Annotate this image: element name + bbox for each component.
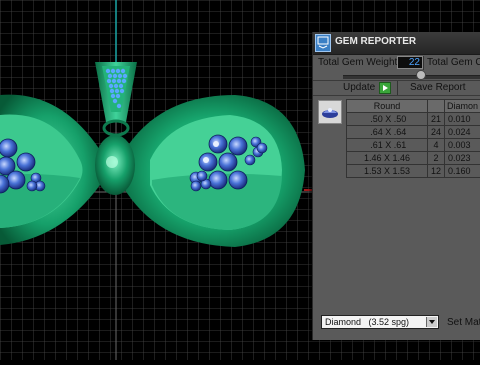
- center-knot: [95, 135, 135, 195]
- gem-report-table: Round Diamon .50 X .50 21 0.010 .64 X .6…: [346, 99, 480, 178]
- total-gem-weight-label: Total Gem Weight: [318, 57, 397, 68]
- cell-count: 21: [427, 113, 444, 126]
- gem-thumbnail-icon[interactable]: [318, 100, 342, 124]
- cell-count: 4: [427, 139, 444, 152]
- cell-size: 1.53 X 1.53: [347, 165, 428, 178]
- divider: [397, 81, 398, 95]
- cell-count: 2: [427, 152, 444, 165]
- divider: [423, 56, 424, 70]
- column-header-diamond: Diamon: [444, 100, 480, 113]
- table-row[interactable]: 1.46 X 1.46 2 0.023: [347, 152, 480, 165]
- dropdown-arrow-icon[interactable]: [426, 317, 437, 327]
- column-header-round: Round: [347, 100, 428, 113]
- table-row[interactable]: .61 X .61 4 0.003: [347, 139, 480, 152]
- table-row[interactable]: 1.53 X 1.53 12 0.160: [347, 165, 480, 178]
- cell-size: .50 X .50: [347, 113, 428, 126]
- panel-header[interactable]: GEM REPORTER: [313, 32, 480, 55]
- cell-weight: 0.024: [444, 126, 480, 139]
- cell-weight: 0.023: [444, 152, 480, 165]
- cell-size: .61 X .61: [347, 139, 428, 152]
- play-icon[interactable]: [379, 82, 391, 94]
- gem-reporter-icon: [315, 34, 331, 52]
- button-row: Update Save Report: [313, 81, 480, 95]
- cell-size: 1.46 X 1.46: [347, 152, 428, 165]
- total-gem-weight-value[interactable]: 22: [397, 56, 423, 69]
- table-row[interactable]: .64 X .64 24 0.024: [347, 126, 480, 139]
- material-bar: Diamond (3.52 spg) Set Mate: [313, 307, 480, 340]
- material-select-value: Diamond (3.52 spg): [325, 317, 409, 327]
- material-select[interactable]: Diamond (3.52 spg): [321, 315, 439, 329]
- cell-count: 12: [427, 165, 444, 178]
- save-report-button[interactable]: Save Report: [410, 82, 466, 93]
- cell-weight: 0.003: [444, 139, 480, 152]
- column-header-count: [427, 100, 444, 113]
- gem-totals-row: Total Gem Weight 22 Total Gem Co: [313, 56, 480, 72]
- total-gem-count-label: Total Gem Co: [427, 57, 480, 68]
- gem-reporter-panel[interactable]: GEM REPORTER Total Gem Weight 22 Total G…: [312, 32, 480, 340]
- slider-thumb[interactable]: [416, 70, 426, 80]
- divider: [313, 95, 480, 96]
- slider-track[interactable]: [343, 75, 480, 79]
- cell-size: .64 X .64: [347, 126, 428, 139]
- panel-title: GEM REPORTER: [335, 36, 416, 47]
- table-row[interactable]: .50 X .50 21 0.010: [347, 113, 480, 126]
- set-material-button[interactable]: Set Mate: [447, 317, 480, 328]
- cell-weight: 0.010: [444, 113, 480, 126]
- cell-count: 24: [427, 126, 444, 139]
- cell-weight: 0.160: [444, 165, 480, 178]
- table-header-row: Round Diamon: [347, 100, 480, 113]
- update-button[interactable]: Update: [343, 82, 375, 93]
